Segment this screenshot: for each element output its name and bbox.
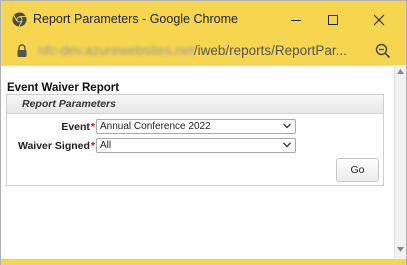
go-button[interactable]: Go [336,158,379,182]
report-parameters-panel: Report Parameters Event* Annual Conferen… [6,94,384,186]
waiver-signed-label-text: Waiver Signed [17,140,90,152]
scroll-up-icon[interactable] [397,69,404,74]
event-select[interactable]: Annual Conference 2022 [96,119,296,134]
url-host: nfc-dev.azurewebsites.net [38,43,194,58]
zoom-icon[interactable] [375,43,391,59]
vertical-scrollbar[interactable] [394,65,406,259]
waiver-signed-select-value: All [100,140,112,151]
maximize-button[interactable] [313,6,353,34]
report-title: Event Waiver Report [7,82,120,94]
title-bar: Report Parameters - Google Chrome [1,1,406,37]
url-text[interactable]: nfc-dev.azurewebsites.net/iweb/reports/R… [38,43,347,58]
event-label-text: Event [61,121,90,133]
waiver-signed-select[interactable]: All [96,138,296,153]
address-bar[interactable]: nfc-dev.azurewebsites.net/iweb/reports/R… [1,37,406,65]
minimize-button[interactable] [276,6,316,34]
required-marker: * [90,140,95,152]
close-icon [373,14,385,26]
minimize-icon [291,20,301,21]
event-label: Event* [61,121,95,133]
window-title: Report Parameters - Google Chrome [33,12,238,26]
chrome-icon [12,12,27,27]
waiver-signed-label: Waiver Signed* [18,140,95,152]
close-button[interactable] [359,6,399,34]
chevron-down-icon [283,142,291,148]
browser-window: Report Parameters - Google Chrome nfc-de… [0,0,407,265]
chevron-down-icon [283,123,291,129]
scroll-down-icon[interactable] [397,247,404,252]
maximize-icon [328,15,338,25]
required-marker: * [90,121,95,133]
page-content: Event Waiver Report Report Parameters Ev… [1,65,394,259]
window-bottom-border [1,259,406,265]
url-path: /iweb/reports/ReportPar... [193,43,347,58]
event-select-value: Annual Conference 2022 [100,121,211,132]
lock-icon[interactable] [16,44,28,58]
panel-title: Report Parameters [22,98,116,110]
panel-header: Report Parameters [7,95,383,114]
